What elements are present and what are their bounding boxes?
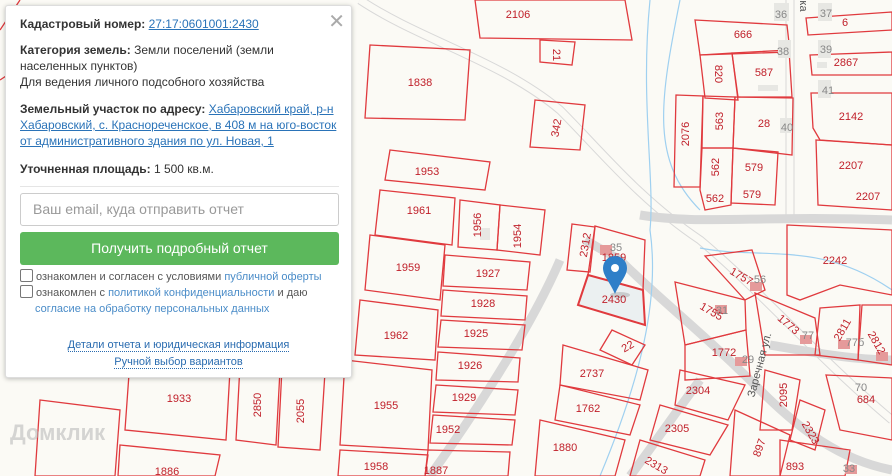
street-label-top: ка [797,0,809,12]
parcel-label: 587 [755,67,773,79]
parcel-label: 1886 [155,466,179,476]
house-number: 56 [754,274,766,286]
parcel-label: 563 [714,112,726,130]
area-value: 1 500 кв.м. [153,162,214,176]
get-report-button[interactable]: Получить подробный отчет [20,232,339,265]
parcel-label: 579 [743,189,761,201]
parcel-label: 684 [857,394,875,406]
parcel-label: 562 [706,193,724,205]
parcel-label: 1887 [424,465,448,476]
house-number: 38 [777,46,789,58]
area-label: Уточненная площадь: [20,162,151,176]
house-number: 35 [610,242,622,254]
personal-data-link[interactable]: согласие на обработку персональных данны… [35,303,269,315]
parcel-label: 1929 [452,392,476,404]
parcel-label: 893 [786,461,804,473]
manual-row: Ручной выбор вариантов [6,356,351,369]
land-category-row: Категория земель: Земли поселений (земли… [20,42,339,90]
domclick-watermark: Домклик [10,420,106,445]
parcel-label: 1961 [407,205,431,217]
house-number: 31 [716,305,728,317]
address-row: Земельный участок по адресу: Хабаровский… [20,101,339,149]
parcel-label: 2095 [778,383,790,407]
parcel-label: 562 [710,158,722,176]
house-number: 29 [742,354,754,366]
house-number: 77б [846,337,865,349]
parcel-label: 1838 [408,77,432,89]
parcel-label: 2305 [665,423,689,435]
parcel-label: 2313 [642,455,669,476]
details-row: Детали отчета и юридическая информация [6,339,351,352]
details-link[interactable]: Детали отчета и юридическая информация [67,339,290,352]
parcel-label: 2242 [823,255,847,267]
parcel-label: 6 [842,17,848,29]
category-label: Категория земель: [20,43,131,57]
parcel-label: 897 [751,437,769,458]
consent-privacy-mid: и даю [277,287,308,299]
parcel-info-popup: ✕ Кадастровый номер: 27:17:0601001:2430 … [5,5,352,378]
parcel-label: 2055 [295,399,307,423]
parcel-label: 1880 [553,442,577,454]
consent-offer: ознакомлен и согласен с условиями публич… [20,269,339,285]
parcel-label: 1959 [396,262,420,274]
parcel-label: 579 [745,162,763,174]
house-numbers: 36 37 38 39 41 40 35 56 31 77 77б 29 70 … [610,8,867,475]
parcel-label: 2737 [580,368,604,380]
parcel-label: 2867 [834,57,858,69]
manual-selection-link[interactable]: Ручной выбор вариантов [114,356,243,369]
parcel-label: 2304 [686,385,710,397]
cadastral-number-link[interactable]: 27:17:0601001:2430 [149,17,259,31]
parcel-label: 1955 [374,400,398,412]
area-row: Уточненная площадь: 1 500 кв.м. [20,161,339,177]
consent-privacy-text: ознакомлен с [36,287,106,299]
parcel-label: 1954 [512,224,524,248]
parcel-label: 22 [620,339,637,356]
house-number: 41 [822,85,834,97]
divider [20,186,339,187]
cadastral-number-row: Кадастровый номер: 27:17:0601001:2430 [20,16,339,32]
house-number: 33 [843,463,855,475]
parcel-label: 2142 [839,111,863,123]
house-number: 40 [781,122,793,134]
parcel-label: 2076 [680,122,692,146]
parcel-label: 666 [734,29,752,41]
house-number: 77 [802,330,814,342]
parcel-label: 2850 [252,393,264,417]
parcel-label: 342 [549,118,564,138]
house-number: 39 [820,44,832,56]
parcel-label: 1927 [476,268,500,280]
house-number: 36 [775,9,787,21]
land-use-value: Для ведения личного подсобного хозяйства [20,75,265,89]
consent-privacy: ознакомлен с политикой конфиденциальност… [20,285,339,317]
parcel-label: 1926 [458,360,482,372]
parcel-label: 2812 [865,329,888,356]
public-offer-link[interactable]: публичной оферты [224,271,321,283]
parcel-label: 1925 [464,328,488,340]
parcel-label: 1772 [712,347,736,359]
parcel-label: 1953 [415,166,439,178]
parcel-label: 1952 [436,424,460,436]
house-number: 37 [820,8,832,20]
consent-privacy-checkbox[interactable] [20,285,33,298]
privacy-policy-link[interactable]: политикой конфиденциальности [108,287,274,299]
parcel-label: 1928 [471,298,495,310]
parcel-label: 1933 [167,393,191,405]
parcel-label: 2207 [839,160,863,172]
parcel-label: 1962 [384,330,408,342]
parcel-label: 1956 [472,213,484,237]
parcel-label: 21 [550,49,562,61]
parcel-label: 28 [758,118,770,130]
cadastral-label: Кадастровый номер: [20,17,146,31]
parcel-label: 2207 [856,191,880,203]
house-number: 70 [855,382,867,394]
consent-offer-text: ознакомлен и согласен с условиями [36,271,222,283]
parcel-label: 2106 [506,9,530,21]
parcel-label: 820 [712,65,724,83]
address-label: Земельный участок по адресу: [20,102,206,116]
consent-offer-checkbox[interactable] [20,269,33,282]
parcel-label: 1762 [576,403,600,415]
parcel-label: 1958 [364,461,388,473]
email-input[interactable]: Ваш email, куда отправить отчет [20,193,339,226]
